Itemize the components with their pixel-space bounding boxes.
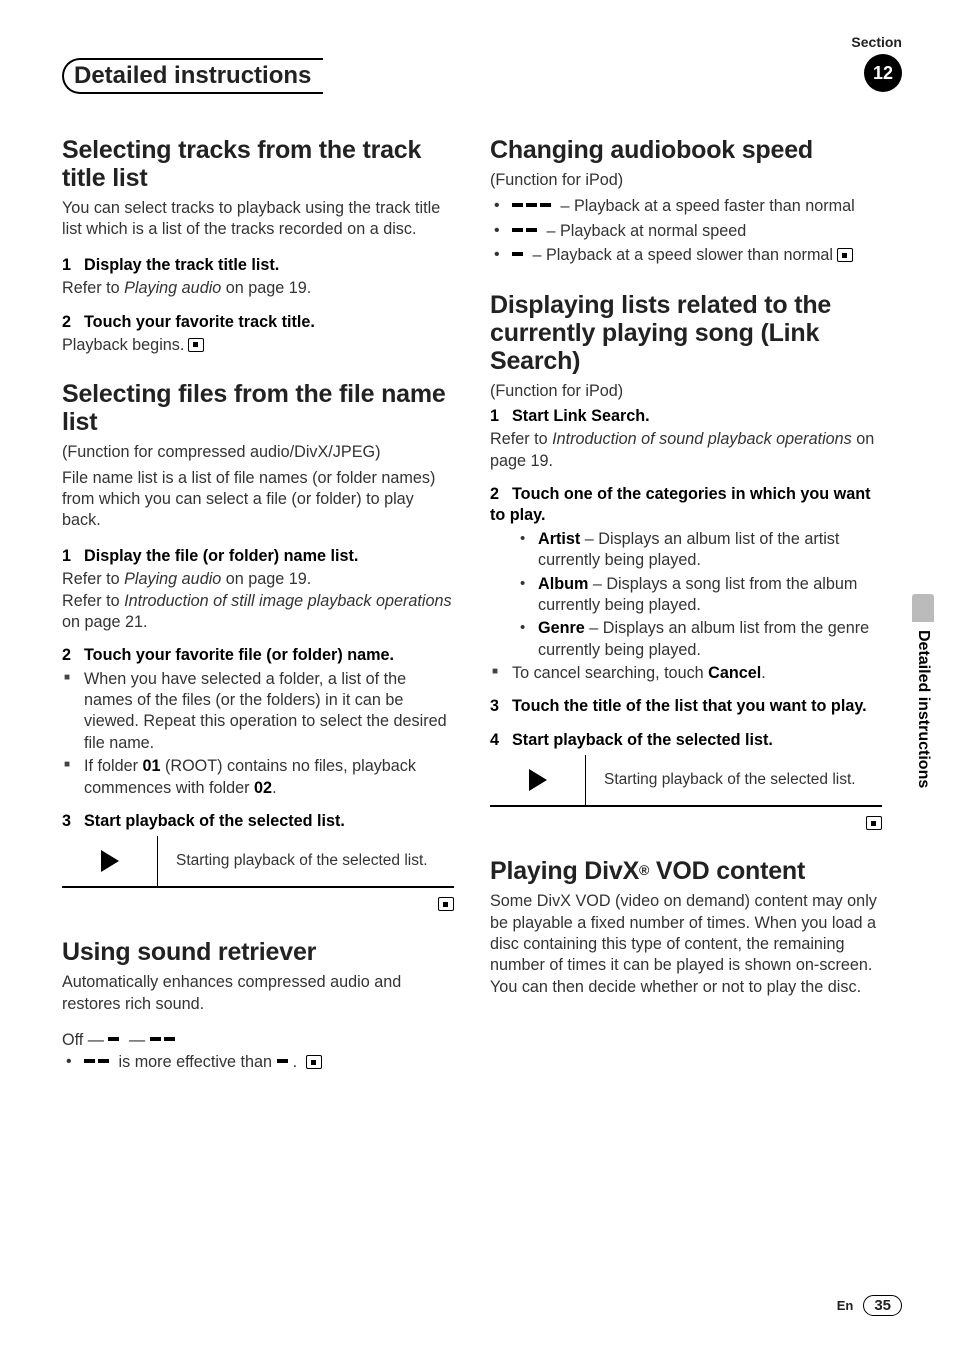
section-selecting-tracks: Selecting tracks from the track title li… bbox=[62, 136, 454, 356]
heading: Selecting files from the file name list bbox=[62, 380, 454, 436]
speed-list: – Playback at a speed faster than normal… bbox=[490, 195, 882, 266]
step-3: 3Touch the title of the list that you wa… bbox=[490, 696, 882, 717]
step-title: Display the track title list. bbox=[84, 256, 279, 274]
step-1: 1Display the file (or folder) name list.… bbox=[62, 546, 454, 634]
play-icon bbox=[529, 769, 547, 791]
content-columns: Selecting tracks from the track title li… bbox=[62, 136, 902, 1098]
intro-text: Some DivX VOD (video on demand) content … bbox=[490, 891, 882, 998]
list-item: Album – Displays a song list from the al… bbox=[520, 574, 882, 617]
bullet-list: is more effective than . bbox=[62, 1051, 454, 1073]
manual-page: Section 12 Detailed instructions Detaile… bbox=[0, 0, 954, 1352]
end-icon bbox=[866, 816, 882, 830]
heading: Playing DivX® VOD content bbox=[490, 857, 882, 885]
step-1: 1Display the track title list. Refer to … bbox=[62, 255, 454, 300]
step-3: 3Start playback of the selected list. St… bbox=[62, 811, 454, 914]
level-1-icon bbox=[108, 1029, 122, 1050]
step-title: Touch the title of the list that you wan… bbox=[512, 697, 867, 715]
list-item: If folder 01 (ROOT) contains no files, p… bbox=[62, 756, 454, 799]
play-icon bbox=[101, 850, 119, 872]
category-list: Artist – Displays an album list of the a… bbox=[490, 529, 882, 661]
intro-text: File name list is a list of file names (… bbox=[62, 468, 454, 532]
retriever-sequence: Off — — bbox=[62, 1029, 454, 1051]
step-4: 4Start playback of the selected list. St… bbox=[490, 730, 882, 833]
step-title: Start playback of the selected list. bbox=[84, 812, 345, 830]
end-icon bbox=[438, 897, 454, 911]
section-selecting-files: Selecting files from the file name list … bbox=[62, 380, 454, 914]
step-title: Display the file (or folder) name list. bbox=[84, 547, 358, 565]
step-ref: Refer to Playing audio on page 19. bbox=[62, 278, 454, 299]
step-2: 2Touch your favorite track title. Playba… bbox=[62, 312, 454, 357]
end-icon bbox=[306, 1055, 322, 1069]
page-number: 35 bbox=[863, 1295, 902, 1316]
heading: Using sound retriever bbox=[62, 938, 454, 966]
left-column: Selecting tracks from the track title li… bbox=[62, 136, 454, 1098]
step-title: Touch one of the categories in which you… bbox=[490, 485, 871, 524]
function-note: (Function for compressed audio/DivX/JPEG… bbox=[62, 442, 454, 463]
section-audiobook-speed: Changing audiobook speed (Function for i… bbox=[490, 136, 882, 267]
step-title: Start Link Search. bbox=[512, 407, 650, 425]
intro-text: Automatically enhances compressed audio … bbox=[62, 972, 454, 1015]
list-item: Artist – Displays an album list of the a… bbox=[520, 529, 882, 572]
function-note: (Function for iPod) bbox=[490, 170, 882, 191]
section-end bbox=[62, 896, 454, 914]
list-item: Genre – Displays an album list from the … bbox=[520, 618, 882, 661]
section-sound-retriever: Using sound retriever Automatically enha… bbox=[62, 938, 454, 1074]
end-icon bbox=[188, 338, 204, 352]
step-title: Touch your favorite file (or folder) nam… bbox=[84, 646, 394, 664]
section-link-search: Displaying lists related to the currentl… bbox=[490, 291, 882, 834]
step-2: 2Touch your favorite file (or folder) na… bbox=[62, 645, 454, 799]
list-item: is more effective than . bbox=[62, 1051, 454, 1073]
side-tab-accent bbox=[912, 594, 934, 622]
speed-normal-icon bbox=[512, 220, 540, 241]
function-note: (Function for iPod) bbox=[490, 381, 882, 402]
list-item: When you have selected a folder, a list … bbox=[62, 669, 454, 755]
step-text: Playback begins. bbox=[62, 335, 454, 356]
end-icon bbox=[837, 248, 853, 262]
level-1-icon bbox=[277, 1051, 291, 1072]
side-tab: Detailed instructions bbox=[912, 630, 934, 860]
play-key: Starting playback of the selected list. bbox=[490, 755, 882, 807]
step-2: 2Touch one of the categories in which yo… bbox=[490, 484, 882, 684]
play-key-desc: Starting playback of the selected list. bbox=[586, 755, 882, 805]
play-key: Starting playback of the selected list. bbox=[62, 836, 454, 888]
speed-faster-icon bbox=[512, 195, 554, 216]
page-footer: En 35 bbox=[837, 1295, 902, 1316]
heading: Displaying lists related to the currentl… bbox=[490, 291, 882, 375]
list-item: – Playback at normal speed bbox=[490, 220, 882, 242]
play-key-desc: Starting playback of the selected list. bbox=[158, 836, 454, 886]
header-bar: Detailed instructions bbox=[62, 58, 902, 94]
list-item: – Playback at a speed slower than normal bbox=[490, 244, 882, 266]
heading: Changing audiobook speed bbox=[490, 136, 882, 164]
play-icon-cell bbox=[490, 755, 586, 805]
step-title: Start playback of the selected list. bbox=[512, 731, 773, 749]
list-item: – Playback at a speed faster than normal bbox=[490, 195, 882, 217]
play-icon-cell bbox=[62, 836, 158, 886]
speed-slower-icon bbox=[512, 244, 526, 265]
section-end bbox=[490, 815, 882, 833]
right-column: Changing audiobook speed (Function for i… bbox=[490, 136, 882, 1098]
note-list: When you have selected a folder, a list … bbox=[62, 669, 454, 799]
step-1: 1Start Link Search. Refer to Introductio… bbox=[490, 406, 882, 472]
level-2-icon bbox=[84, 1051, 112, 1072]
section-divx-vod: Playing DivX® VOD content Some DivX VOD … bbox=[490, 857, 882, 998]
intro-text: You can select tracks to playback using … bbox=[62, 198, 454, 241]
level-2-icon bbox=[150, 1029, 178, 1050]
language-label: En bbox=[837, 1298, 854, 1313]
section-label: Section bbox=[851, 34, 902, 50]
registered-mark: ® bbox=[639, 862, 649, 878]
list-item: To cancel searching, touch Cancel. bbox=[490, 663, 882, 684]
heading: Selecting tracks from the track title li… bbox=[62, 136, 454, 192]
note-list: To cancel searching, touch Cancel. bbox=[490, 663, 882, 684]
header-title: Detailed instructions bbox=[62, 58, 323, 94]
step-title: Touch your favorite track title. bbox=[84, 313, 315, 331]
